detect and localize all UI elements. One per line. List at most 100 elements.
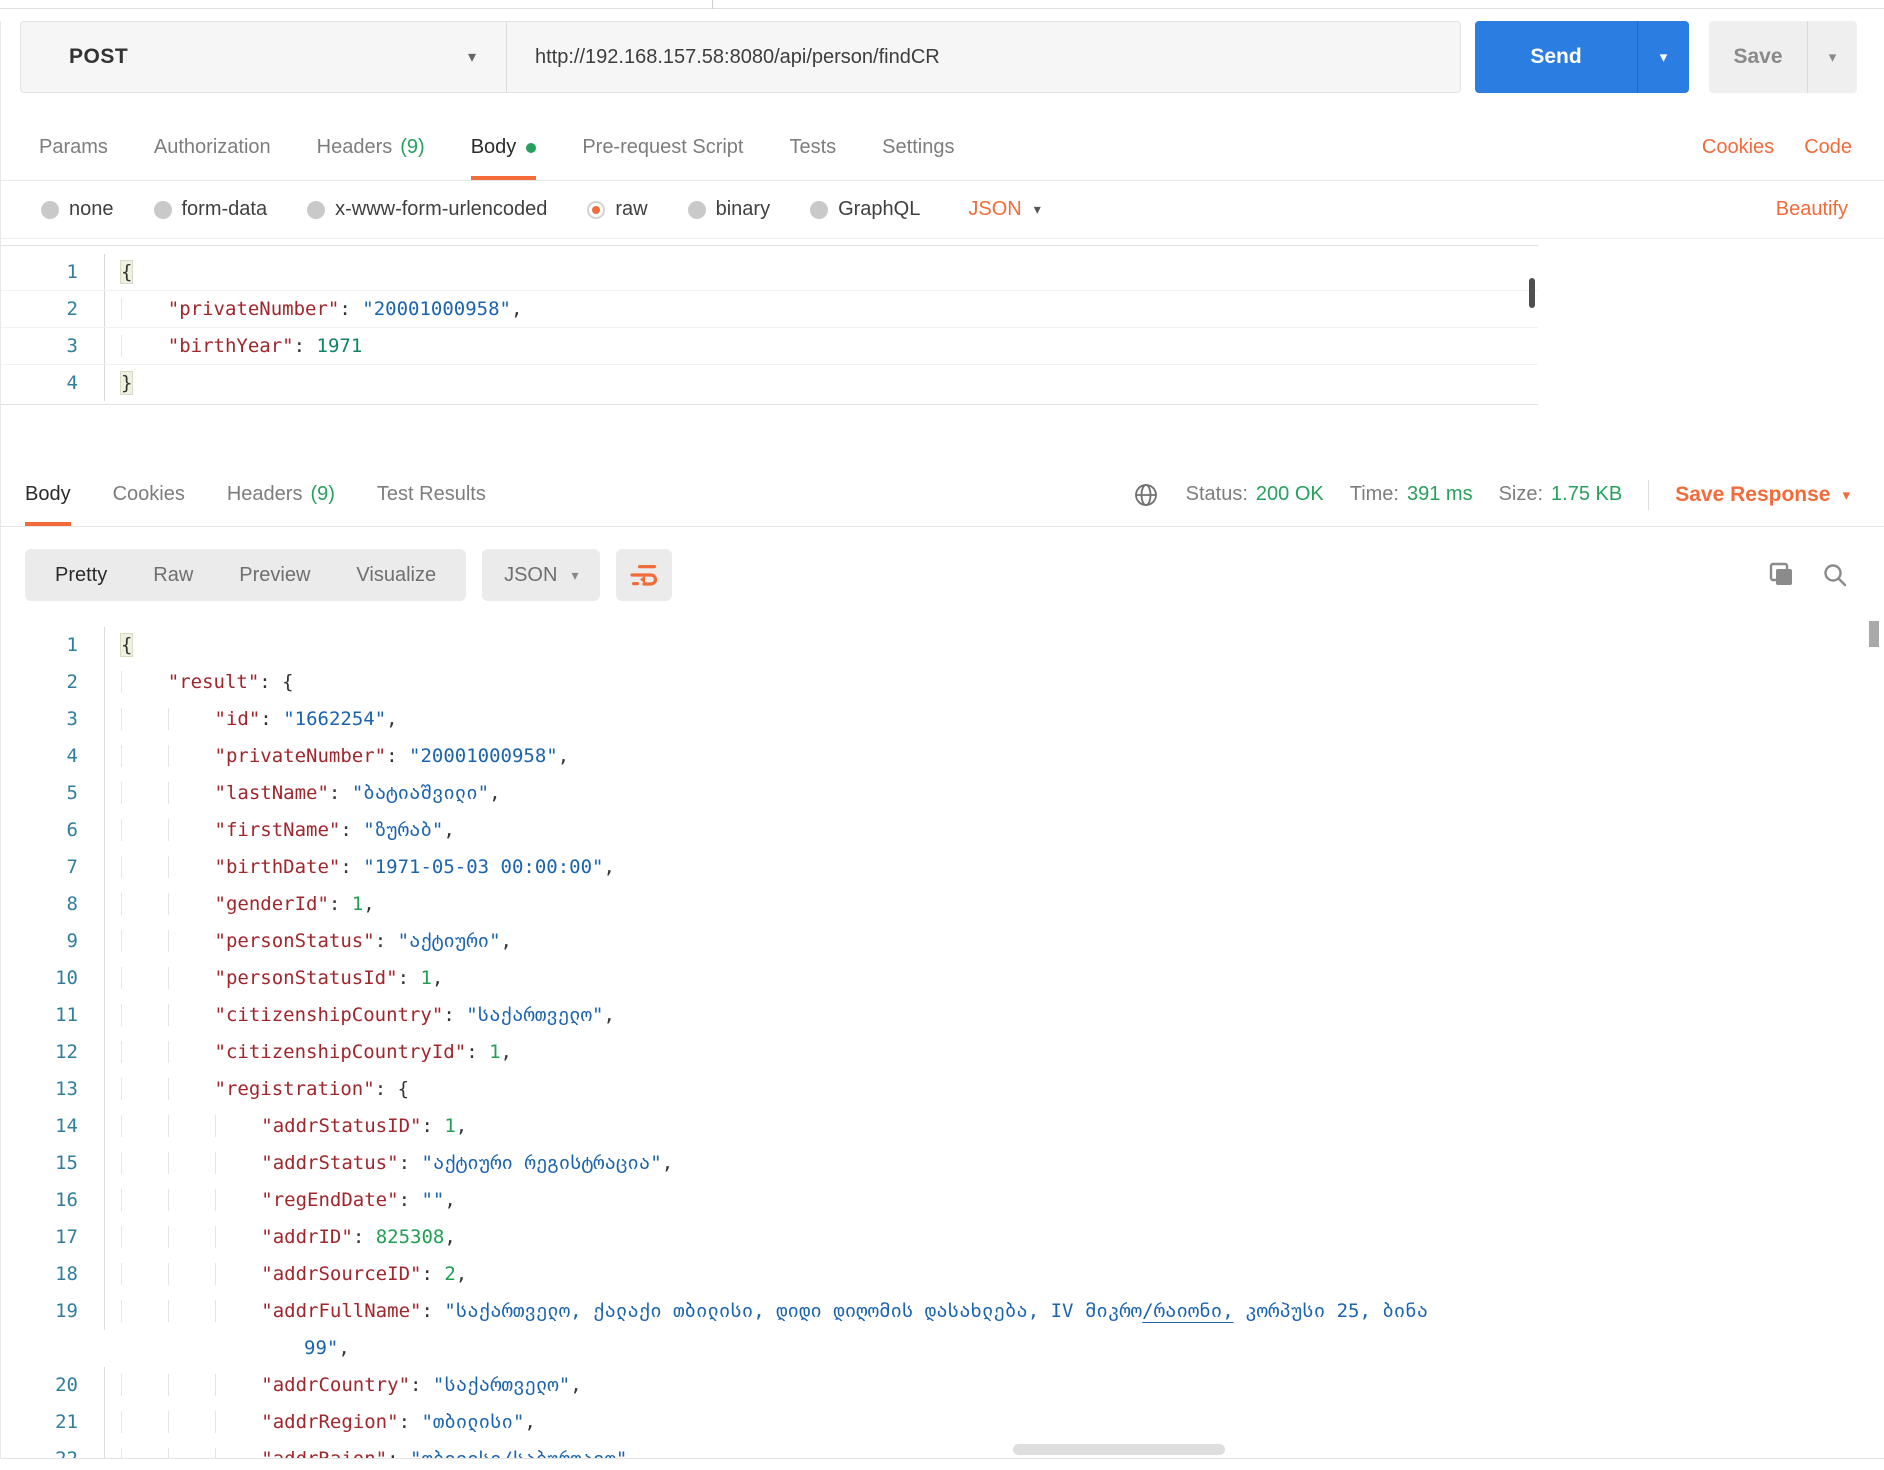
code-token: : xyxy=(410,1374,433,1396)
wrap-text-button[interactable] xyxy=(616,549,673,601)
size-label: Size: xyxy=(1498,483,1544,505)
response-body-viewer[interactable]: 1{2 "result": {3 "id": "1662254", 4 "priv… xyxy=(1,613,1884,1459)
code-token: : xyxy=(398,1152,422,1174)
response-tab-test-results[interactable]: Test Results xyxy=(377,463,486,526)
request-panel: POST ▾ http://192.168.157.58:8080/api/pe… xyxy=(1,21,1884,405)
tab-tests[interactable]: Tests xyxy=(789,115,836,180)
code-token: "ზურაბ" xyxy=(363,819,444,841)
code-content: "addrCountry": "საქართველო", xyxy=(105,1367,1884,1404)
response-tab-body[interactable]: Body xyxy=(25,463,71,526)
code-token: , xyxy=(500,930,512,952)
line-number: 3 xyxy=(1,701,105,738)
radio-binary[interactable]: binary xyxy=(687,198,771,221)
code-token: , xyxy=(603,856,615,878)
radio-icon xyxy=(153,200,172,219)
tab-params[interactable]: Params xyxy=(39,115,108,180)
save-button[interactable]: Save xyxy=(1709,21,1807,93)
save-button-group: Save ▾ xyxy=(1709,21,1857,93)
code-token: , xyxy=(363,893,375,915)
code-token: "20001000958" xyxy=(362,298,511,320)
headers-count-badge: (9) xyxy=(400,136,425,158)
code-link[interactable]: Code xyxy=(1804,136,1852,159)
line-number: 5 xyxy=(1,775,105,812)
code-token: 1 xyxy=(444,1115,456,1137)
code-token: { xyxy=(121,634,133,656)
tab-body[interactable]: Body xyxy=(470,115,537,180)
radio-label: none xyxy=(69,198,114,220)
code-content: "personStatusId": 1, xyxy=(105,960,1884,997)
response-toolbar: Pretty Raw Preview Visualize JSON ▾ xyxy=(25,549,1884,601)
code-token xyxy=(167,745,215,767)
network-globe-icon[interactable] xyxy=(1132,481,1160,509)
search-icon[interactable] xyxy=(1822,562,1848,588)
view-pretty[interactable]: Pretty xyxy=(55,564,107,587)
code-token: : xyxy=(466,1041,490,1063)
request-body-editor[interactable]: 1{2 "privateNumber": "20001000958", 3 "bi… xyxy=(1,245,1538,405)
send-button[interactable]: Send xyxy=(1475,21,1637,93)
line-number: 21 xyxy=(1,1404,105,1441)
line-number: 7 xyxy=(1,849,105,886)
request-url-bar: POST ▾ http://192.168.157.58:8080/api/pe… xyxy=(20,21,1857,93)
response-tab-headers[interactable]: Headers (9) xyxy=(227,463,335,526)
radio-raw[interactable]: raw xyxy=(587,198,648,221)
code-token: "result" xyxy=(167,671,260,693)
code-token: 1 xyxy=(351,893,364,915)
method-select[interactable]: POST ▾ xyxy=(21,22,506,92)
response-vertical-scrollbar[interactable] xyxy=(1869,621,1879,647)
save-options-button[interactable]: ▾ xyxy=(1807,21,1857,93)
tab-settings[interactable]: Settings xyxy=(882,115,954,180)
view-preview[interactable]: Preview xyxy=(239,564,310,587)
copy-icon[interactable] xyxy=(1768,562,1794,588)
code-token: , xyxy=(500,1041,512,1063)
response-format-select[interactable]: JSON ▾ xyxy=(482,549,601,601)
code-line: 1{ xyxy=(1,254,1538,291)
code-token: : xyxy=(328,893,352,915)
cookies-link[interactable]: Cookies xyxy=(1702,136,1774,159)
code-token xyxy=(121,819,168,841)
code-line: 3 "id": "1662254", xyxy=(1,701,1884,738)
code-content: "privateNumber": "20001000958", xyxy=(105,738,1884,775)
url-input[interactable]: http://192.168.157.58:8080/api/person/fi… xyxy=(506,22,1460,92)
code-line: 14 "addrStatusID": 1, xyxy=(1,1108,1884,1145)
code-token: : xyxy=(443,1004,467,1026)
view-visualize[interactable]: Visualize xyxy=(356,564,436,587)
radio-form-data[interactable]: form-data xyxy=(153,198,267,221)
code-token: : xyxy=(340,856,364,878)
radio-none[interactable]: none xyxy=(41,198,114,221)
code-token: "addrID" xyxy=(261,1226,353,1248)
view-raw[interactable]: Raw xyxy=(153,564,193,587)
code-token: 1 xyxy=(420,967,432,989)
response-tab-cookies[interactable]: Cookies xyxy=(113,463,185,526)
code-token: , xyxy=(627,1448,639,1459)
radio-x-www-form-urlencoded[interactable]: x-www-form-urlencoded xyxy=(307,198,547,221)
code-token: "აქტიური რეგისტრაცია" xyxy=(421,1152,662,1174)
beautify-link[interactable]: Beautify xyxy=(1776,198,1848,221)
save-response-button[interactable]: Save Response ▾ xyxy=(1675,483,1850,507)
postman-app: POST ▾ http://192.168.157.58:8080/api/pe… xyxy=(0,0,1884,1470)
send-options-button[interactable]: ▾ xyxy=(1637,21,1689,93)
code-token: : xyxy=(293,335,317,357)
code-token xyxy=(167,856,215,878)
radio-label: GraphQL xyxy=(838,198,921,220)
line-number: 1 xyxy=(1,254,105,290)
code-token: კორპუსი 25, ბინა xyxy=(1233,1300,1429,1322)
code-token xyxy=(167,893,215,915)
request-editor-scrollbar[interactable] xyxy=(1529,278,1535,308)
radio-label: raw xyxy=(615,198,648,220)
code-line: 9 "personStatus": "აქტიური", xyxy=(1,923,1884,960)
code-token xyxy=(121,930,168,952)
code-content: "personStatus": "აქტიური", xyxy=(105,923,1884,960)
url-text: http://192.168.157.58:8080/api/person/fi… xyxy=(535,45,940,68)
code-token: : xyxy=(397,967,421,989)
code-token: : xyxy=(421,1300,445,1322)
tab-authorization[interactable]: Authorization xyxy=(154,115,271,180)
response-horizontal-scrollbar[interactable] xyxy=(1013,1444,1225,1455)
tab-headers[interactable]: Headers (9) xyxy=(317,115,425,180)
radio-label: binary xyxy=(715,198,771,220)
body-format-select[interactable]: JSON ▾ xyxy=(968,198,1040,221)
tab-label: Pre-request Script xyxy=(582,136,744,158)
radio-graphql[interactable]: GraphQL xyxy=(810,198,920,221)
tab-pre-request-script[interactable]: Pre-request Script xyxy=(582,115,743,180)
code-token: "citizenshipCountryId" xyxy=(214,1041,467,1063)
code-token: , xyxy=(557,745,570,767)
